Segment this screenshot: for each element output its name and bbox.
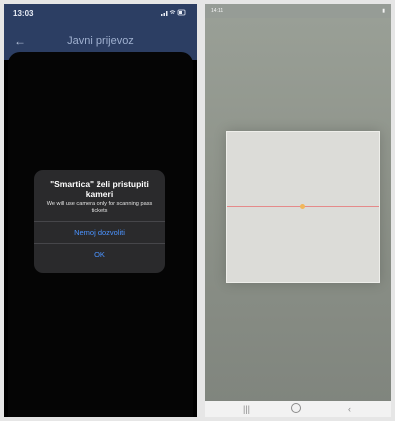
android-screen: 14:11 ▮ ||| ‹ [205, 4, 391, 417]
ios-screen: 13:03 ← Javni prijevoz "Smartica" želi p… [4, 4, 197, 417]
camera-permission-alert: "Smartica" želi pristupiti kameri We wil… [34, 170, 165, 273]
android-navigation-bar: ||| ‹ [205, 401, 391, 417]
deny-button[interactable]: Nemoj dozvoliti [34, 222, 165, 243]
scanner-frame [226, 131, 380, 283]
status-time: 14:11 [211, 8, 224, 14]
ok-button[interactable]: OK [34, 244, 165, 265]
page-title: Javni prijevoz [67, 35, 134, 47]
back-icon[interactable]: ‹ [348, 404, 351, 414]
alert-message: We will use camera only for scanning pas… [46, 201, 153, 214]
scan-focus-dot [300, 204, 305, 209]
battery-indicator: ▮ [382, 8, 385, 14]
recent-apps-icon[interactable]: ||| [243, 404, 250, 414]
alert-title: "Smartica" želi pristupiti kameri [50, 179, 149, 199]
home-icon[interactable] [291, 403, 301, 413]
status-icons [161, 9, 187, 16]
signal-wifi-battery-icon [161, 9, 186, 16]
status-bar: 13:03 [4, 4, 197, 24]
status-time: 13:03 [13, 9, 34, 18]
status-bar: 14:11 ▮ [205, 4, 391, 18]
